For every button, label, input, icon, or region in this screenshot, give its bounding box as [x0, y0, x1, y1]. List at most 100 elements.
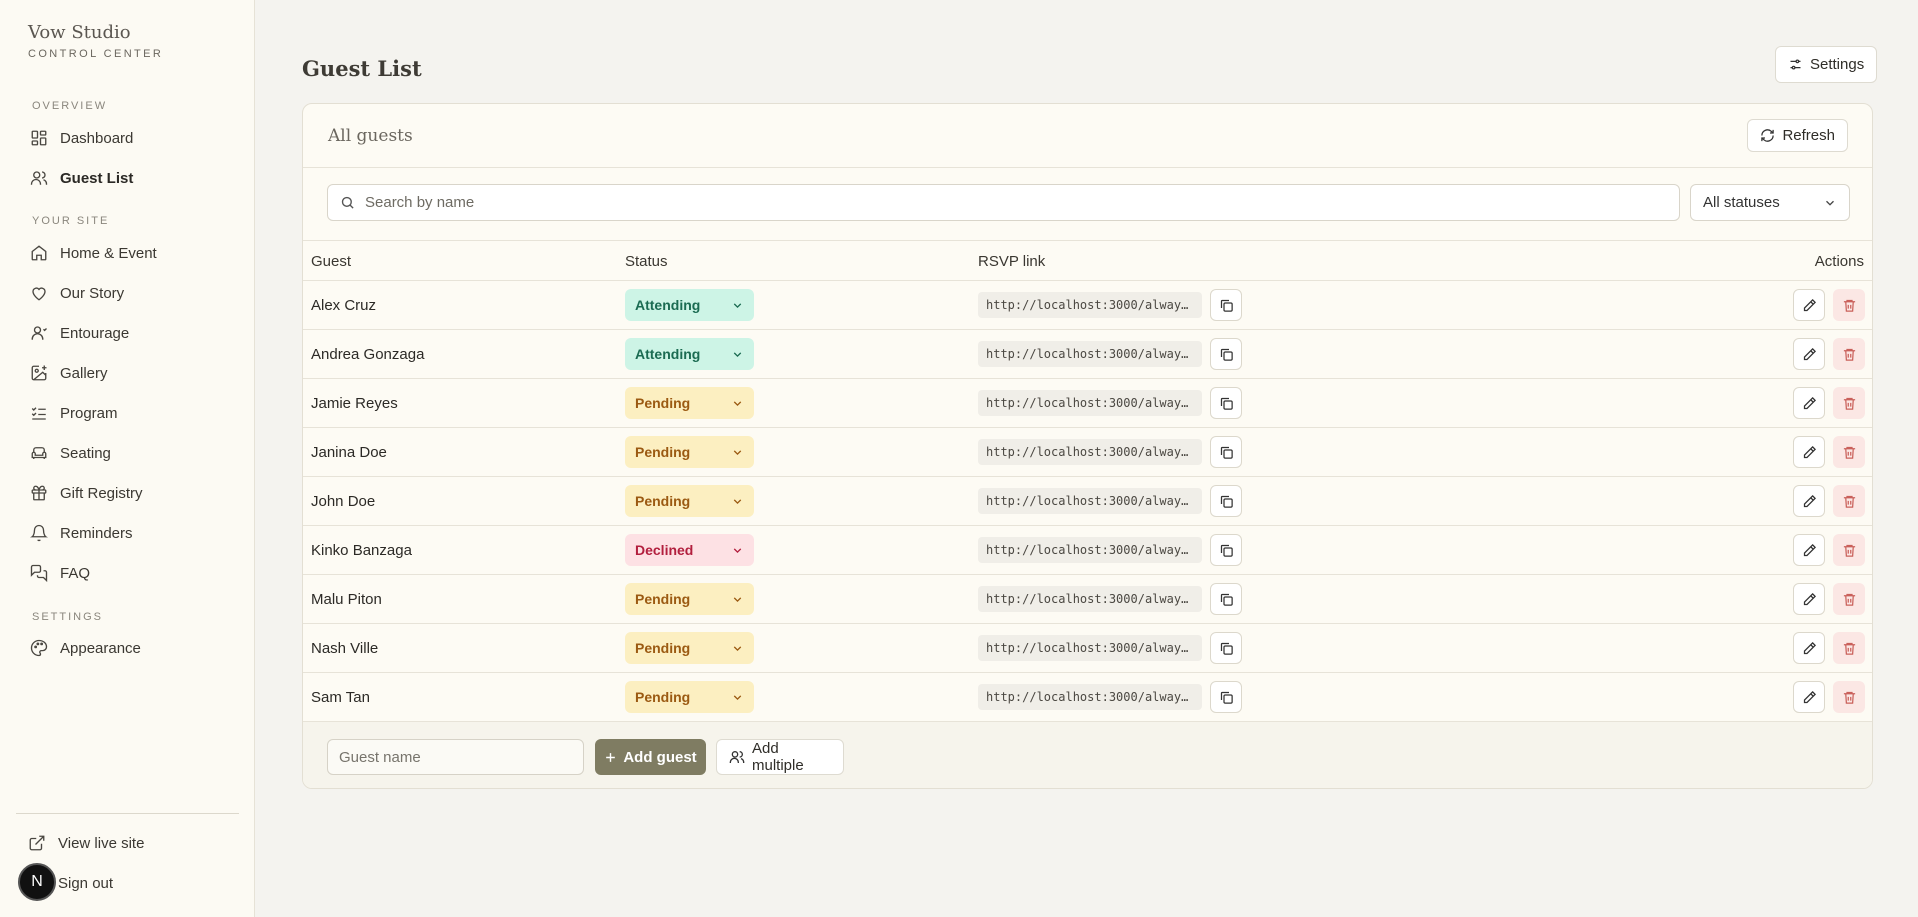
edit-guest-button[interactable]	[1793, 681, 1825, 713]
chevron-down-icon	[731, 593, 744, 606]
delete-guest-button[interactable]	[1833, 681, 1865, 713]
pencil-icon	[1802, 347, 1817, 362]
status-value: Pending	[635, 640, 691, 656]
chevron-down-icon	[731, 397, 744, 410]
add-guest-button[interactable]: Add guest	[595, 739, 706, 775]
delete-guest-button[interactable]	[1833, 534, 1865, 566]
column-guest: Guest	[311, 253, 352, 270]
edit-guest-button[interactable]	[1793, 289, 1825, 321]
guest-table-body: Alex Cruz Attending http://localhost:3000/…	[303, 281, 1872, 722]
status-select[interactable]: Attending	[625, 289, 754, 321]
sidebar-item-label: Guest List	[60, 169, 134, 187]
edit-guest-button[interactable]	[1793, 534, 1825, 566]
status-select[interactable]: Pending	[625, 632, 754, 664]
settings-button[interactable]: Settings	[1775, 46, 1878, 83]
search-icon	[340, 195, 355, 210]
copy-icon	[1219, 543, 1234, 558]
sign-out-button[interactable]: Sign out	[28, 868, 228, 898]
status-value: Declined	[635, 542, 694, 558]
trash-icon	[1842, 690, 1857, 705]
edit-guest-button[interactable]	[1793, 583, 1825, 615]
delete-guest-button[interactable]	[1833, 387, 1865, 419]
chevron-down-icon	[1823, 196, 1837, 210]
sidebar-item-gift-registry[interactable]: Gift Registry	[30, 478, 230, 508]
copy-link-button[interactable]	[1210, 289, 1242, 321]
status-value: Attending	[635, 297, 701, 313]
rsvp-link: http://localhost:3000/always-and-forever…	[978, 390, 1202, 416]
copy-link-button[interactable]	[1210, 387, 1242, 419]
status-value: Attending	[635, 346, 701, 362]
delete-guest-button[interactable]	[1833, 436, 1865, 468]
sliders-icon	[1788, 57, 1803, 72]
heart-icon	[30, 284, 48, 302]
search-input[interactable]	[365, 194, 1665, 211]
brand-subtitle: CONTROL CENTER	[28, 48, 164, 60]
status-select[interactable]: Pending	[625, 387, 754, 419]
status-value: Pending	[635, 395, 691, 411]
sidebar-item-gallery[interactable]: Gallery	[30, 358, 230, 388]
delete-guest-button[interactable]	[1833, 632, 1865, 664]
chevron-down-icon	[731, 299, 744, 312]
sidebar-item-reminders[interactable]: Reminders	[30, 518, 230, 548]
copy-icon	[1219, 298, 1234, 313]
chevron-down-icon	[731, 544, 744, 557]
edit-guest-button[interactable]	[1793, 338, 1825, 370]
copy-link-button[interactable]	[1210, 338, 1242, 370]
pencil-icon	[1802, 298, 1817, 313]
status-value: Pending	[635, 591, 691, 607]
edit-guest-button[interactable]	[1793, 485, 1825, 517]
status-filter-select[interactable]: All statuses	[1690, 184, 1850, 221]
guest-name: Andrea Gonzaga	[311, 346, 425, 363]
user-icon	[30, 324, 48, 342]
status-select[interactable]: Pending	[625, 485, 754, 517]
messages-icon	[30, 564, 48, 582]
view-live-site-link[interactable]: View live site	[28, 828, 228, 858]
table-row: Alex Cruz Attending http://localhost:3000/…	[303, 281, 1872, 330]
avatar[interactable]: N	[18, 863, 56, 901]
copy-link-button[interactable]	[1210, 583, 1242, 615]
guest-name: Alex Cruz	[311, 297, 377, 314]
sidebar-item-appearance[interactable]: Appearance	[30, 633, 230, 663]
edit-guest-button[interactable]	[1793, 387, 1825, 419]
status-select[interactable]: Pending	[625, 681, 754, 713]
sidebar-item-dashboard[interactable]: Dashboard	[30, 123, 230, 153]
copy-link-button[interactable]	[1210, 534, 1242, 566]
edit-guest-button[interactable]	[1793, 436, 1825, 468]
sidebar-item-seating[interactable]: Seating	[30, 438, 230, 468]
edit-guest-button[interactable]	[1793, 632, 1825, 664]
sidebar-item-label: Appearance	[60, 639, 141, 657]
section-label-your-site: YOUR SITE	[32, 215, 110, 227]
sidebar-item-entourage[interactable]: Entourage	[30, 318, 230, 348]
rsvp-link: http://localhost:3000/always-and-forever…	[978, 292, 1202, 318]
delete-guest-button[interactable]	[1833, 485, 1865, 517]
copy-link-button[interactable]	[1210, 436, 1242, 468]
section-label-overview: OVERVIEW	[32, 100, 108, 112]
sidebar-item-home-event[interactable]: Home & Event	[30, 238, 230, 268]
sidebar-item-program[interactable]: Program	[30, 398, 230, 428]
status-select[interactable]: Declined	[625, 534, 754, 566]
delete-guest-button[interactable]	[1833, 289, 1865, 321]
copy-link-button[interactable]	[1210, 632, 1242, 664]
sidebar-item-label: Gift Registry	[60, 484, 143, 502]
copy-link-button[interactable]	[1210, 485, 1242, 517]
external-link-icon	[28, 834, 46, 852]
add-multiple-button[interactable]: Add multiple	[716, 739, 844, 775]
delete-guest-button[interactable]	[1833, 583, 1865, 615]
refresh-button[interactable]: Refresh	[1747, 119, 1848, 152]
filter-row: All statuses	[303, 168, 1872, 241]
card-title: All guests	[328, 126, 413, 146]
sidebar-item-our-story[interactable]: Our Story	[30, 278, 230, 308]
section-label-settings: SETTINGS	[32, 611, 104, 623]
status-select[interactable]: Attending	[625, 338, 754, 370]
status-select[interactable]: Pending	[625, 583, 754, 615]
brand-title: Vow Studio	[28, 22, 131, 43]
status-select[interactable]: Pending	[625, 436, 754, 468]
sidebar-item-guest-list[interactable]: Guest List	[30, 163, 230, 193]
guest-name-input[interactable]	[327, 739, 584, 775]
add-guest-label: Add guest	[623, 748, 697, 766]
delete-guest-button[interactable]	[1833, 338, 1865, 370]
sidebar-divider	[16, 813, 239, 814]
copy-link-button[interactable]	[1210, 681, 1242, 713]
sidebar-item-faq[interactable]: FAQ	[30, 558, 230, 588]
rsvp-link: http://localhost:3000/always-and-forever…	[978, 439, 1202, 465]
